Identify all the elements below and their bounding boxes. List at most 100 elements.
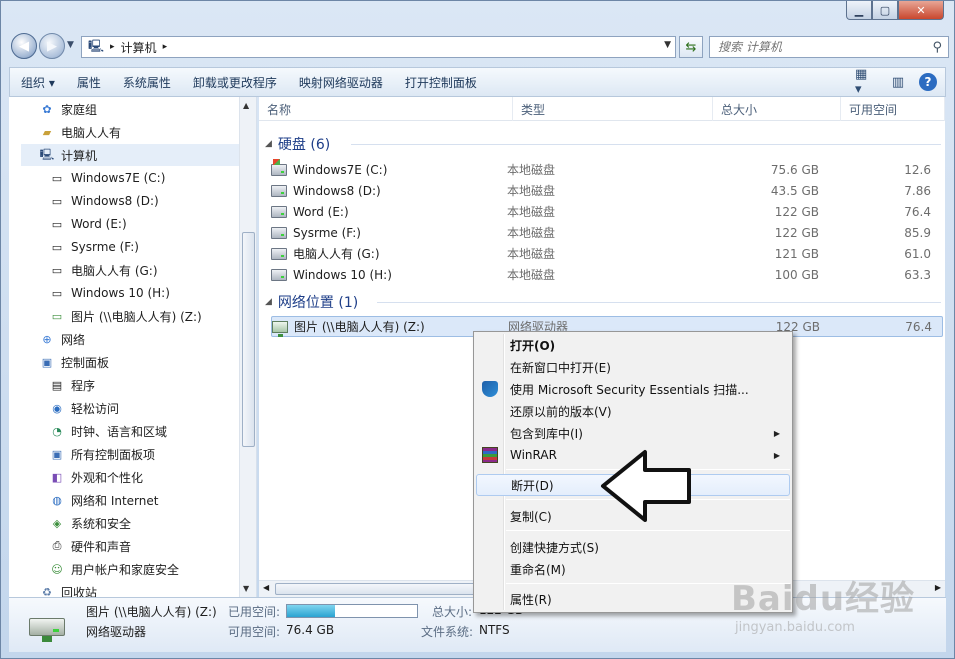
nav-item-drive-d[interactable]: ▭ Windows8 (D:) (49, 190, 159, 212)
breadcrumb-computer[interactable]: 计算机 (121, 39, 157, 56)
organize-button[interactable]: 组织 ▾ (10, 74, 66, 91)
usage-bar-fill (287, 605, 336, 617)
close-icon[interactable]: ✕ (898, 1, 944, 20)
collapse-icon[interactable]: ◢ (265, 297, 272, 307)
nav-item-recycle-bin[interactable]: ♻ 回收站 (39, 581, 97, 598)
nav-item-all-control-panel[interactable]: ▣ 所有控制面板项 (49, 443, 155, 465)
address-bar[interactable]: 🖳 ▸ 计算机 ▸ ▼ (81, 36, 676, 58)
nav-item-drive-f[interactable]: ▭ Sysrme (F:) (49, 236, 139, 258)
drive-row-h[interactable]: Windows 10 (H:) 本地磁盘 100 GB 63.3 (271, 264, 943, 285)
nav-item-control-panel[interactable]: ▣ 控制面板 (39, 351, 109, 373)
network-drive-icon (27, 608, 67, 642)
column-headers: 名称 类型 总大小 可用空间 (259, 97, 945, 121)
uninstall-program-button[interactable]: 卸载或更改程序 (182, 74, 288, 91)
nav-item-clock-language[interactable]: ◔ 时钟、语言和区域 (49, 420, 167, 442)
search-icon[interactable]: ⚲ (932, 40, 942, 55)
nav-item-system-security[interactable]: ◈ 系统和安全 (49, 512, 131, 534)
column-free-space[interactable]: 可用空间 (841, 97, 945, 121)
drive-icon: ▭ (51, 194, 63, 208)
computer-icon: 🖳 (39, 147, 55, 161)
breadcrumb-separator-icon[interactable]: ▸ (163, 42, 168, 52)
system-security-icon: ◈ (52, 516, 62, 530)
appearance-icon: ◧ (51, 470, 63, 484)
scroll-left-icon[interactable]: ◀ (263, 583, 269, 592)
submenu-arrow-icon: ▶ (773, 450, 780, 460)
menu-mse-scan[interactable]: 使用 Microsoft Security Essentials 扫描... (476, 378, 790, 400)
view-options-icon[interactable]: ▦ ▾ (855, 67, 877, 97)
nav-item-ease-of-access[interactable]: ◉ 轻松访问 (49, 397, 119, 419)
column-type[interactable]: 类型 (513, 97, 713, 121)
forward-arrow-icon[interactable]: ▶ (39, 33, 65, 59)
open-control-panel-button[interactable]: 打开控制面板 (394, 74, 488, 91)
menu-open-new-window[interactable]: 在新窗口中打开(E) (476, 356, 790, 378)
details-total-label: 总大小: (432, 605, 473, 619)
scroll-down-icon[interactable]: ▼ (243, 584, 249, 593)
collapse-icon[interactable]: ◢ (265, 139, 272, 149)
menu-include-in-library[interactable]: 包含到库中(I) ▶ (476, 422, 790, 444)
group-hard-disks[interactable]: ◢ 硬盘 (6) (265, 133, 330, 155)
back-arrow-icon[interactable]: ◀ (11, 33, 37, 59)
column-name[interactable]: 名称 (259, 97, 513, 121)
refresh-icon[interactable]: ⇆ (679, 36, 703, 58)
system-drive-icon (271, 158, 287, 176)
drive-icon: ▭ (51, 240, 63, 254)
nav-item-computer[interactable]: 🖳 计算机 (21, 144, 249, 166)
drive-row-d[interactable]: Windows8 (D:) 本地磁盘 43.5 GB 7.86 (271, 180, 943, 201)
drive-row-f[interactable]: Sysrme (F:) 本地磁盘 122 GB 85.9 (271, 222, 943, 243)
drive-icon (271, 268, 287, 281)
programs-icon: ▤ (51, 378, 63, 392)
drive-row-c[interactable]: Windows7E (C:) 本地磁盘 75.6 GB 12.6 (271, 158, 943, 180)
drive-row-g[interactable]: 电脑人人有 (G:) 本地磁盘 121 GB 61.0 (271, 243, 943, 264)
usage-bar (286, 604, 418, 618)
help-icon[interactable]: ? (919, 73, 937, 91)
preview-pane-icon[interactable]: ▥ (887, 72, 909, 92)
menu-open[interactable]: 打开(O) (476, 334, 790, 356)
command-bar: 组织 ▾ 属性 系统属性 卸载或更改程序 映射网络驱动器 打开控制面板 ▦ ▾ … (9, 67, 946, 97)
minimize-icon[interactable]: ▁ (846, 1, 872, 20)
nav-item-network-internet[interactable]: ◍ 网络和 Internet (49, 489, 158, 511)
nav-item-user-accounts[interactable]: ☺ 用户帐户和家庭安全 (49, 558, 179, 580)
scroll-right-icon[interactable]: ▶ (935, 583, 941, 592)
menu-restore-versions[interactable]: 还原以前的版本(V) (476, 400, 790, 422)
nav-item-hardware-sound[interactable]: ⎙ 硬件和声音 (49, 535, 131, 557)
map-network-drive-button[interactable]: 映射网络驱动器 (288, 74, 394, 91)
recent-pages-dropdown-icon[interactable]: ▼ (67, 40, 74, 50)
ease-of-access-icon: ◉ (52, 401, 62, 415)
network-drive-icon: ▭ (51, 309, 63, 323)
nav-item-drive-g[interactable]: ▭ 电脑人人有 (G:) (49, 259, 158, 281)
address-dropdown-icon[interactable]: ▼ (664, 40, 671, 50)
maximize-icon[interactable]: ▢ (872, 1, 898, 20)
group-divider (377, 302, 941, 303)
drive-icon (271, 205, 287, 218)
breadcrumb-separator-icon[interactable]: ▸ (110, 42, 115, 52)
nav-scroll-thumb[interactable] (242, 232, 255, 447)
nav-item-drive-h[interactable]: ▭ Windows 10 (H:) (49, 282, 170, 304)
network-drive-icon (272, 320, 288, 337)
nav-item-drive-c[interactable]: ▭ Windows7E (C:) (49, 167, 166, 189)
system-properties-button[interactable]: 系统属性 (112, 74, 182, 91)
search-input[interactable] (718, 40, 918, 54)
nav-item-appearance[interactable]: ◧ 外观和个性化 (49, 466, 143, 488)
nav-item-network-drive-z[interactable]: ▭ 图片 (\\电脑人人有) (Z:) (49, 305, 202, 327)
details-free-label: 可用空间: (228, 625, 281, 639)
nav-item-homegroup[interactable]: ✿ 家庭组 (39, 98, 97, 120)
search-box[interactable]: ⚲ (709, 36, 949, 58)
nav-item-network[interactable]: ⊕ 网络 (39, 328, 85, 350)
nav-item-programs[interactable]: ▤ 程序 (49, 374, 95, 396)
nav-item-user-folder[interactable]: ▰ 电脑人人有 (39, 121, 121, 143)
user-folder-icon: ▰ (42, 125, 52, 139)
properties-button[interactable]: 属性 (66, 74, 112, 91)
drive-icon (271, 247, 287, 260)
column-total-size[interactable]: 总大小 (713, 97, 841, 121)
submenu-arrow-icon: ▶ (773, 428, 780, 438)
details-name: 图片 (\\电脑人人有) (Z:) (86, 605, 217, 619)
caption-buttons: ▁ ▢ ✕ (846, 1, 944, 20)
menu-create-shortcut[interactable]: 创建快捷方式(S) (476, 536, 790, 558)
computer-icon: 🖳 (88, 38, 105, 53)
details-type: 网络驱动器 (86, 625, 147, 639)
scroll-up-icon[interactable]: ▲ (243, 101, 249, 110)
group-network-locations[interactable]: ◢ 网络位置 (1) (265, 291, 358, 313)
nav-pane-scrollbar[interactable]: ▲ ▼ (239, 97, 256, 597)
drive-row-e[interactable]: Word (E:) 本地磁盘 122 GB 76.4 (271, 201, 943, 222)
nav-item-drive-e[interactable]: ▭ Word (E:) (49, 213, 127, 235)
